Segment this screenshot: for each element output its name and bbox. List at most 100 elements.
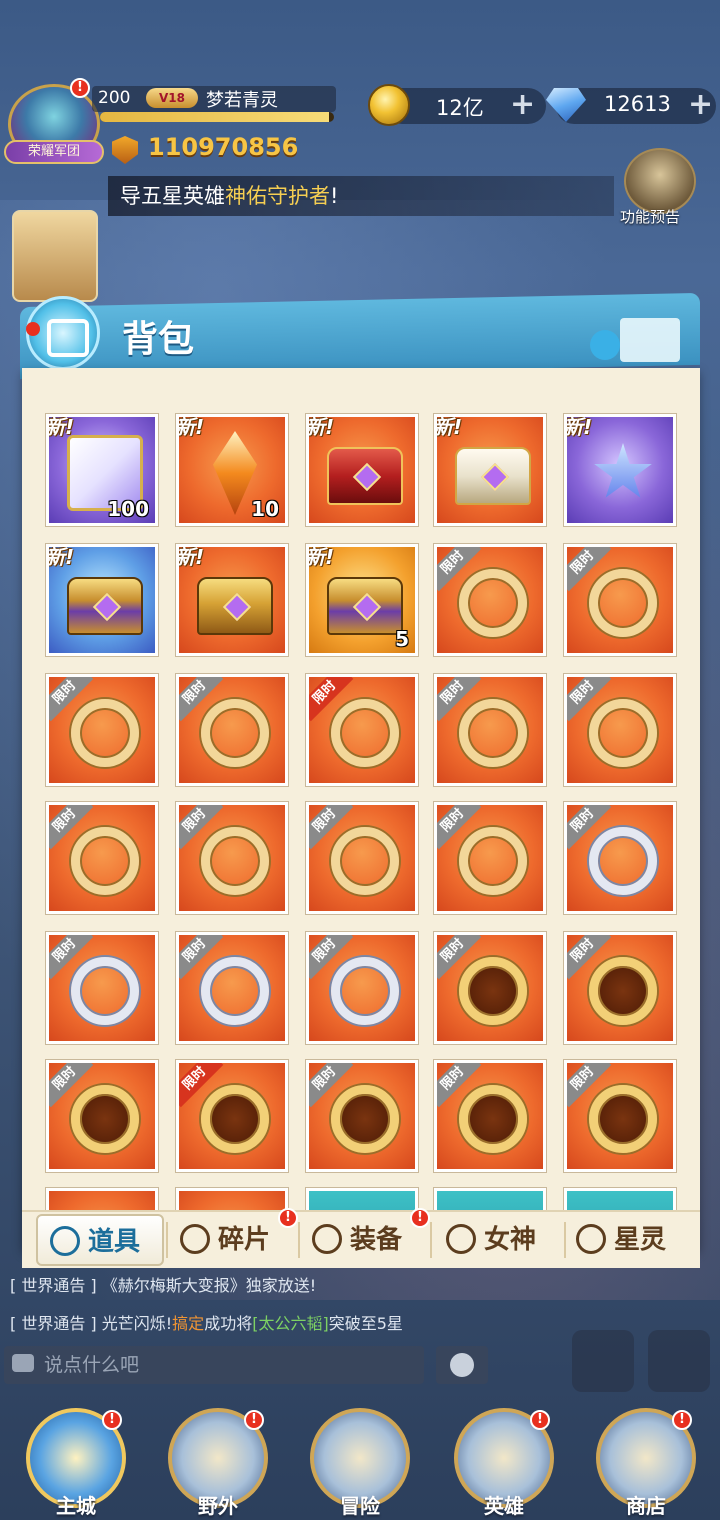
feature-preview-label: 功能预告 [620, 208, 681, 226]
item-slot[interactable]: 新! 100 [46, 414, 158, 526]
avatar-alert-badge: ! [70, 78, 90, 98]
backpack-shortcut-button[interactable] [648, 1330, 710, 1392]
new-badge: 新! [46, 545, 75, 569]
tab-icon [576, 1224, 606, 1254]
item-slot[interactable]: 限时 [176, 674, 288, 786]
item-slot[interactable]: 限时 [306, 932, 418, 1044]
exp-bar [100, 112, 334, 122]
item-slot[interactable]: 限时 [434, 802, 546, 914]
new-badge: 新! [176, 545, 205, 569]
new-badge: 新! [176, 415, 205, 439]
item-count: 10 [251, 497, 279, 521]
tab-icon [50, 1226, 80, 1256]
item-slot[interactable]: 限时 [306, 802, 418, 914]
nav-label: 主城 [56, 1494, 96, 1518]
item-slot[interactable]: 限时 [434, 1060, 546, 1172]
tab-alert-badge: ! [278, 1208, 298, 1228]
star-emblem-icon [594, 443, 652, 498]
rank-podium-button[interactable] [572, 1330, 634, 1392]
tab-5[interactable]: 星灵 [564, 1214, 692, 1266]
gold-amount: 12亿 [436, 96, 484, 120]
avatar-frame-icon [71, 1085, 139, 1153]
notice-banner[interactable]: 导五星英雄神佑守护者! [108, 176, 614, 216]
new-badge: 新! [306, 415, 335, 439]
nav-helmet[interactable]: 英雄! [444, 1404, 564, 1520]
notice-hero-name: 神佑守护者 [225, 184, 330, 208]
tab-4[interactable]: 女神 [434, 1214, 562, 1266]
item-slot[interactable]: 新! [176, 544, 288, 656]
side-hero-portrait[interactable] [12, 210, 98, 302]
chat-bubble-icon [12, 1354, 34, 1372]
treasure-chest-icon [327, 577, 403, 635]
player-level: 200 [98, 88, 131, 108]
item-slot[interactable]: 限时 [564, 1060, 676, 1172]
avatar-frame-icon [589, 569, 657, 637]
item-slot[interactable]: 限时 [564, 544, 676, 656]
new-badge: 新! [46, 415, 75, 439]
new-badge: 新! [434, 415, 463, 439]
chat-line-1-text: [ 世界通告 ] 《赫尔梅斯大变报》独家放送! [10, 1276, 317, 1295]
item-slot[interactable]: 新! [564, 414, 676, 526]
item-slot[interactable]: 限时 [434, 674, 546, 786]
vip-badge[interactable]: V18 [146, 88, 198, 108]
avatar-frame-icon [331, 699, 399, 767]
tab-3[interactable]: 装备! [300, 1208, 430, 1266]
add-gold-button[interactable]: + [510, 90, 535, 120]
avatar-frame-icon [331, 827, 399, 895]
nav-label: 英雄 [484, 1494, 524, 1518]
item-slot[interactable]: 限时 [434, 544, 546, 656]
item-slot[interactable]: 新! 5 [306, 544, 418, 656]
item-slot[interactable]: 限时 [46, 802, 158, 914]
feature-preview-icon[interactable] [624, 148, 696, 214]
item-slot[interactable]: 限时 [306, 1060, 418, 1172]
item-slot[interactable]: 限时 [176, 1060, 288, 1172]
chat-player-name: 搞定 [172, 1314, 205, 1333]
add-diamond-button[interactable]: + [688, 90, 713, 120]
backpack-title: 背包 [122, 319, 195, 360]
item-slot[interactable]: 限时 [176, 932, 288, 1044]
avatar-frame-icon [589, 699, 657, 767]
emoji-button[interactable] [436, 1346, 488, 1384]
avatar-frame-icon [459, 569, 527, 637]
item-slot[interactable]: 限时 [46, 932, 158, 1044]
tab-label: 女神 [484, 1225, 537, 1255]
item-slot[interactable]: 限时 [564, 674, 676, 786]
backpack-alert-dot [26, 322, 40, 336]
item-slot[interactable]: 新! [306, 414, 418, 526]
power-shield-icon [112, 136, 138, 164]
chat-line-2-suffix: 突破至5星 [328, 1314, 403, 1333]
chat-line-2-prefix: [ 世界通告 ] 光芒闪烁! [10, 1314, 173, 1333]
nav-castle[interactable]: 主城! [16, 1404, 136, 1520]
treasure-chest-icon [327, 447, 403, 505]
chat-line-1[interactable]: [ 世界通告 ] 《赫尔梅斯大变报》独家放送! [10, 1272, 316, 1296]
avatar-frame-icon [459, 1085, 527, 1153]
tab-icon [312, 1224, 342, 1254]
item-slot[interactable]: 限时 [306, 674, 418, 786]
avatar-frame-icon [459, 827, 527, 895]
avatar-frame-icon [331, 957, 399, 1025]
tab-divider [430, 1222, 432, 1258]
nav-sword[interactable]: 冒险 [300, 1404, 420, 1520]
item-slot[interactable]: 新! [46, 544, 158, 656]
item-slot[interactable]: 限时 [46, 674, 158, 786]
nav-field[interactable]: 野外! [158, 1404, 278, 1520]
diamond-amount: 12613 [604, 92, 671, 116]
item-slot[interactable]: 限时 [46, 1060, 158, 1172]
tab-1[interactable]: 道具 [36, 1214, 164, 1266]
chat-input[interactable]: 说点什么吧 [4, 1346, 424, 1384]
cat-mascot-icon [590, 330, 620, 360]
item-slot[interactable]: 限时 [564, 802, 676, 914]
item-slot[interactable]: 新! 10 [176, 414, 288, 526]
item-slot[interactable]: 限时 [564, 932, 676, 1044]
item-slot[interactable]: 新! [434, 414, 546, 526]
treasure-chest-icon [455, 447, 531, 505]
item-slot[interactable]: 限时 [176, 802, 288, 914]
tab-2[interactable]: 碎片! [168, 1208, 298, 1266]
tab-label: 星灵 [614, 1225, 667, 1255]
item-slot[interactable]: 限时 [434, 932, 546, 1044]
notice-prefix: 导五星英雄 [120, 184, 225, 208]
item-count: 5 [395, 627, 409, 651]
nav-shop[interactable]: 商店! [586, 1404, 706, 1520]
new-badge: 新! [564, 415, 593, 439]
chat-line-2[interactable]: [ 世界通告 ] 光芒闪烁!搞定成功将[太公六韬]突破至5星 [10, 1310, 403, 1334]
